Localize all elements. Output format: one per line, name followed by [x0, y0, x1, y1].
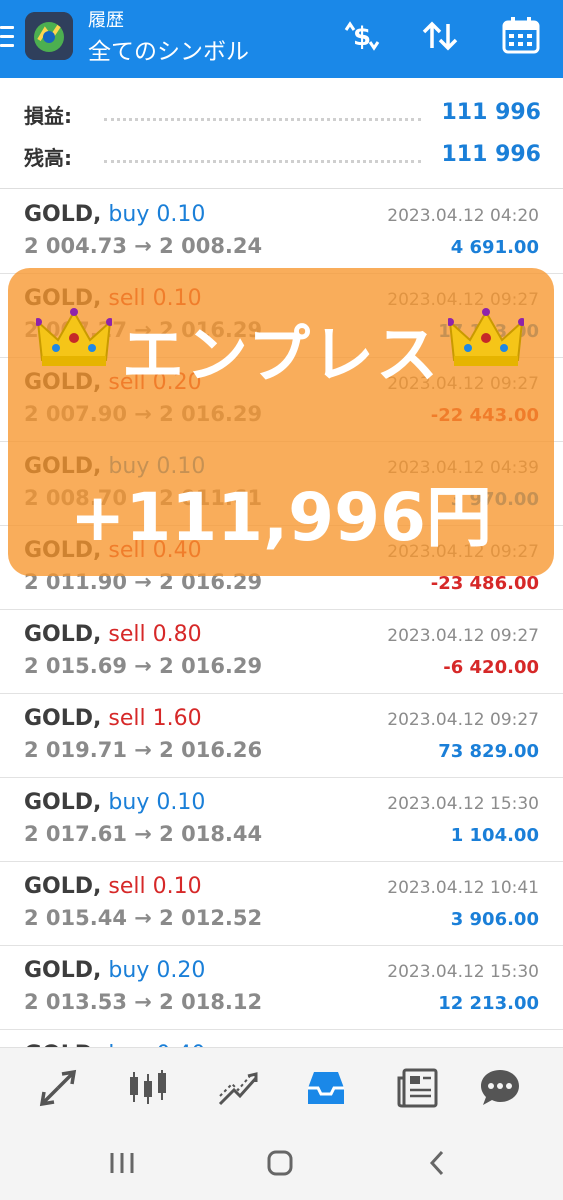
trade-date: 2023.04.12 10:41 — [387, 878, 539, 898]
trade-prices: 2 019.71 → 2 016.26 — [24, 738, 263, 762]
trade-symbol-line: GOLD, sell 1.60 — [24, 706, 202, 731]
balance-label: 残高: — [24, 146, 72, 170]
trade-prices: 2 013.53 → 2 018.12 — [24, 990, 263, 1014]
trade-volume: 1.60 — [152, 706, 202, 731]
trade-side: buy — [108, 202, 150, 227]
trade-volume: 0.10 — [152, 874, 202, 899]
balance-row: 残高: 111 996 — [24, 142, 541, 172]
divider — [0, 188, 563, 189]
calendar-icon[interactable] — [499, 14, 543, 58]
crown-icon — [446, 308, 526, 370]
trade-symbol: GOLD, — [24, 622, 102, 647]
balance-value: 111 996 — [441, 142, 541, 167]
system-nav-bar — [0, 1125, 563, 1200]
bottom-nav — [0, 1047, 563, 1125]
header-title[interactable]: 全てのシンボル — [88, 32, 249, 66]
chat-icon[interactable] — [478, 1066, 522, 1110]
chart-candles-icon[interactable] — [126, 1066, 170, 1110]
promo-overlay: エンプレス +111,996円 — [8, 268, 554, 576]
svg-text:$: $ — [353, 22, 371, 52]
trade-profit: 12 213.00 — [438, 993, 539, 1014]
trade-row[interactable]: GOLD, buy 0.20 2 013.53 → 2 018.12 2023.04… — [0, 946, 563, 1030]
trade-side: sell — [108, 706, 146, 731]
trade-profit: 3 906.00 — [450, 909, 539, 930]
trade-side: buy — [108, 958, 150, 983]
trade-prices: 2 017.61 → 2 018.44 — [24, 822, 263, 846]
trade-symbol: GOLD, — [24, 790, 102, 815]
home-icon[interactable] — [262, 1147, 298, 1179]
trade-volume: 0.10 — [156, 202, 206, 227]
recent-apps-icon[interactable] — [104, 1147, 140, 1179]
trade-symbol-line: GOLD, buy 0.20 — [24, 958, 205, 983]
trade-date: 2023.04.12 15:30 — [387, 794, 539, 814]
history-inbox-icon[interactable] — [304, 1066, 348, 1110]
sort-icon[interactable] — [418, 14, 462, 58]
trade-volume: 0.20 — [156, 958, 206, 983]
trade-date: 2023.04.12 04:20 — [387, 206, 539, 226]
trade-profit: -6 420.00 — [443, 657, 539, 678]
trade-row[interactable]: GOLD, sell 1.60 2 019.71 → 2 016.26 2023.0… — [0, 694, 563, 778]
overlay-amount: +111,996円 — [70, 479, 492, 556]
trade-profit: -23 486.00 — [430, 573, 539, 594]
trade-profit: 73 829.00 — [438, 741, 539, 762]
profit-value: 111 996 — [441, 100, 541, 125]
trade-symbol: GOLD, — [24, 706, 102, 731]
profit-row: 損益: 111 996 — [24, 100, 541, 130]
profit-label: 損益: — [24, 104, 72, 128]
trade-date: 2023.04.12 15:30 — [387, 962, 539, 982]
trade-row[interactable]: GOLD, buy 0.10 2 017.61 → 2 018.44 2023.04… — [0, 778, 563, 862]
trade-symbol: GOLD, — [24, 874, 102, 899]
trade-symbol-line: GOLD, buy 0.10 — [24, 790, 205, 815]
trade-row[interactable]: GOLD, buy 0.10 2 004.73 → 2 008.24 2023.04… — [0, 190, 563, 274]
trade-profit: 1 104.00 — [450, 825, 539, 846]
trade-side: sell — [108, 622, 146, 647]
trend-icon[interactable] — [216, 1066, 260, 1110]
trade-prices: 2 015.44 → 2 012.52 — [24, 906, 263, 930]
app-header: 履歴 全てのシンボル $ — [0, 0, 563, 78]
trade-prices: 2 004.73 → 2 008.24 — [24, 234, 263, 258]
trade-side: sell — [108, 874, 146, 899]
trade-date: 2023.04.12 09:27 — [387, 710, 539, 730]
trade-icon[interactable] — [36, 1066, 80, 1110]
back-icon[interactable] — [420, 1147, 456, 1179]
menu-icon[interactable] — [0, 26, 14, 50]
news-icon[interactable] — [396, 1066, 440, 1110]
header-subtitle: 履歴 — [88, 10, 124, 31]
trade-symbol-line: GOLD, sell 0.80 — [24, 622, 202, 647]
trade-row[interactable]: GOLD, buy 0.40 — [0, 1030, 563, 1047]
trade-side: buy — [108, 790, 150, 815]
trade-volume: 0.80 — [152, 622, 202, 647]
trade-row[interactable]: GOLD, sell 0.80 2 015.69 → 2 016.29 2023.0… — [0, 610, 563, 694]
trade-volume: 0.10 — [156, 790, 206, 815]
trade-symbol-line: GOLD, buy 0.10 — [24, 202, 205, 227]
dotted-leader — [104, 118, 421, 121]
currency-exchange-icon[interactable]: $ — [340, 14, 384, 58]
app-logo — [25, 12, 73, 60]
summary-panel: 損益: 111 996 残高: 111 996 — [0, 78, 563, 188]
trade-date: 2023.04.12 09:27 — [387, 626, 539, 646]
trade-row[interactable]: GOLD, sell 0.10 2 015.44 → 2 012.52 2023.0… — [0, 862, 563, 946]
trade-profit: 4 691.00 — [450, 237, 539, 258]
trade-symbol: GOLD, — [24, 202, 102, 227]
trade-symbol-line: GOLD, sell 0.10 — [24, 874, 202, 899]
trade-symbol: GOLD, — [24, 958, 102, 983]
dotted-leader — [104, 160, 421, 163]
trade-prices: 2 015.69 → 2 016.29 — [24, 654, 263, 678]
